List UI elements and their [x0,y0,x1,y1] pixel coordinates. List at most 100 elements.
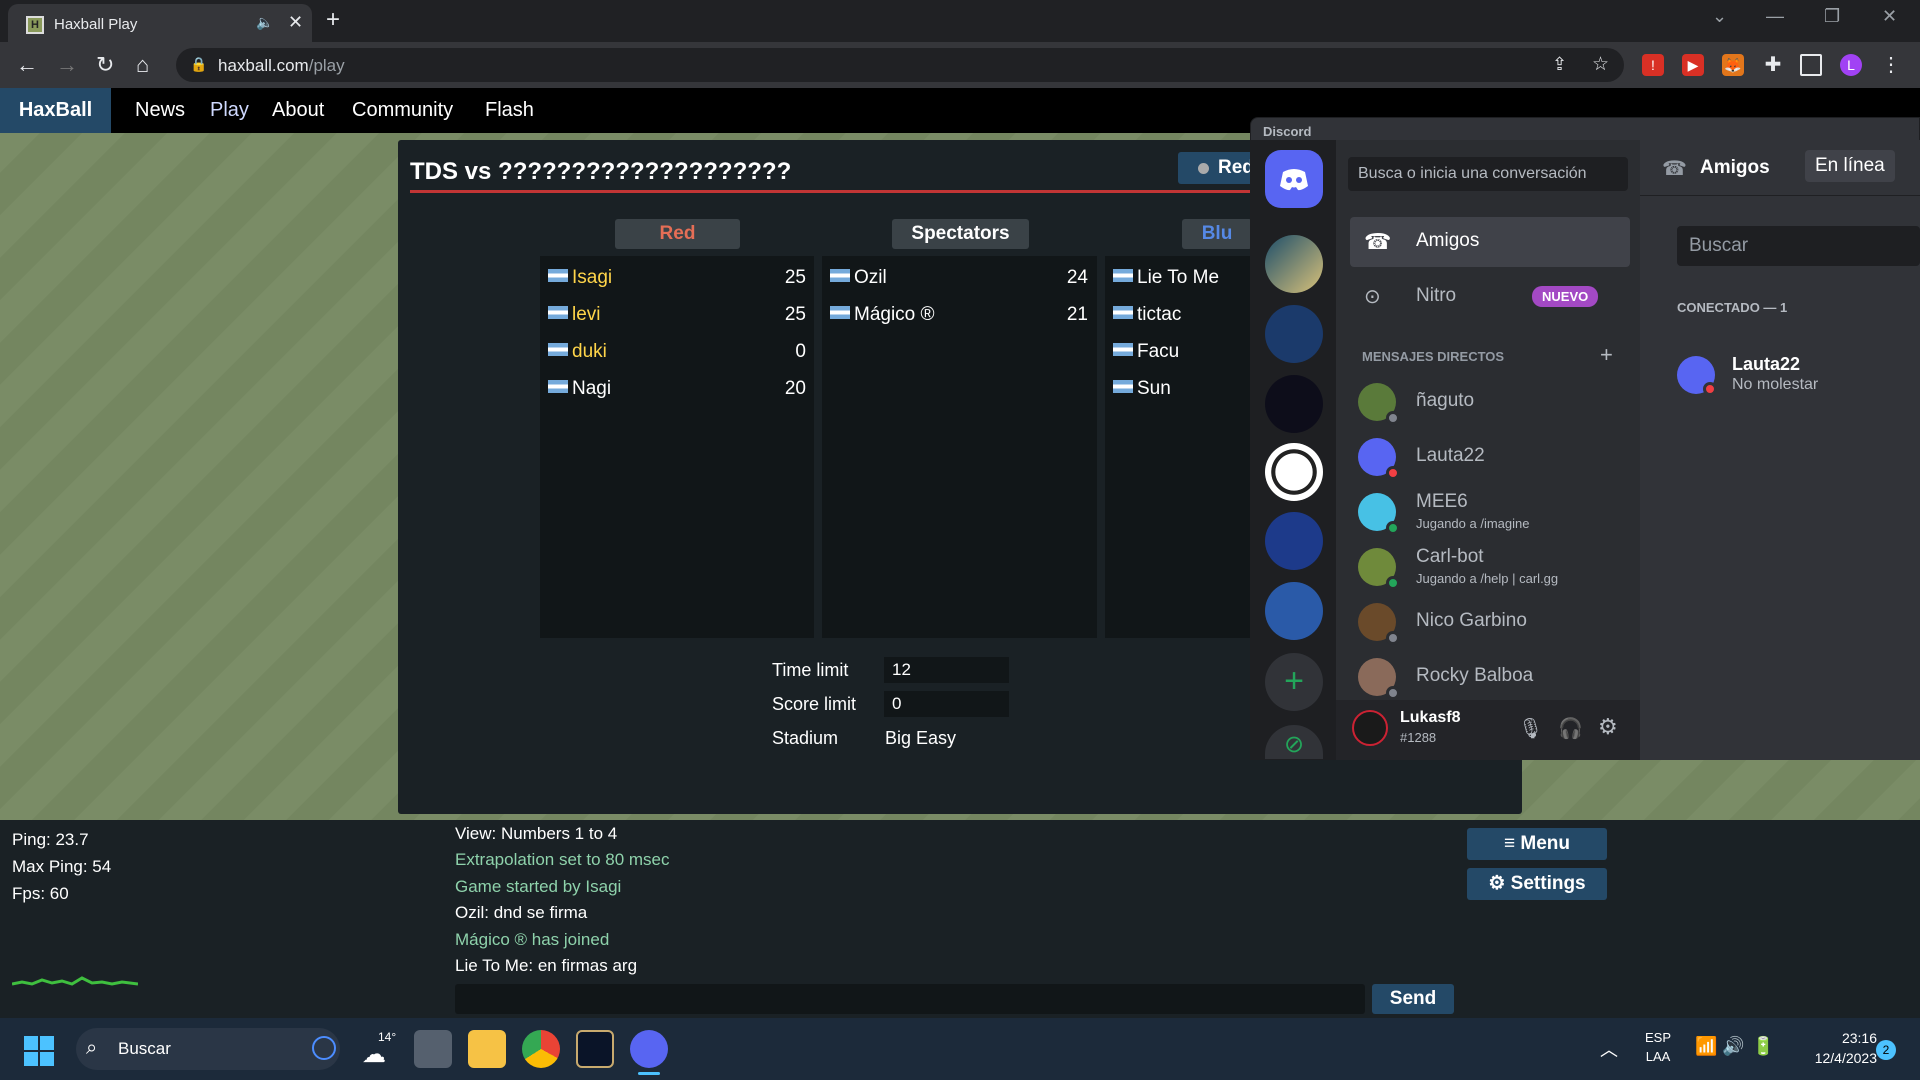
dm-item[interactable]: MEE6 Jugando a /imagine [1350,487,1630,537]
dm-search-input[interactable]: Busca o inicia una conversación [1348,157,1628,191]
user-tag: #1288 [1400,730,1437,745]
dm-item[interactable]: Lauta22 [1350,432,1630,482]
player-row[interactable]: Nagi 20 [548,371,814,407]
avatar[interactable] [1352,710,1388,746]
home-icon[interactable]: ⌂ [136,52,149,78]
server-icon[interactable] [1265,443,1323,501]
ping-graph [12,976,138,986]
settings-button[interactable]: ⚙ Settings [1467,868,1607,900]
friends-search-input[interactable]: Buscar [1677,226,1920,266]
bookmark-star-icon[interactable]: ☆ [1592,53,1609,76]
tab-search-icon[interactable]: ⌄ [1712,6,1727,27]
league-of-legends-icon[interactable] [576,1030,614,1068]
volume-icon[interactable]: 🔊 [1722,1036,1744,1057]
new-tab-button[interactable]: + [326,6,340,34]
user-settings-gear-icon[interactable]: ⚙ [1598,714,1618,740]
metamask-icon[interactable]: 🦊 [1722,54,1744,76]
score-limit-field[interactable]: 0 [884,691,1009,717]
server-icon[interactable] [1265,375,1323,433]
notification-count-badge[interactable]: 2 [1876,1040,1896,1060]
argentina-flag-icon [548,306,568,320]
friends-nav-item[interactable]: ☎ Amigos [1350,217,1630,267]
dm-item[interactable]: ñaguto [1350,377,1630,427]
minimize-icon[interactable]: — [1766,6,1784,27]
nav-about[interactable]: About [272,88,324,133]
player-row[interactable]: levi 25 [548,297,814,333]
server-icon[interactable] [1265,235,1323,293]
forward-icon[interactable]: → [56,52,78,78]
server-icon[interactable] [1265,582,1323,640]
lock-icon: 🔒 [190,56,208,72]
dm-item[interactable]: Rocky Balboa [1350,652,1630,702]
argentina-flag-icon [830,306,850,320]
nav-community[interactable]: Community [352,88,453,133]
friend-row[interactable]: Lauta22 No molestar [1677,354,1920,402]
more-menu-icon[interactable]: ⋮ [1880,54,1902,76]
player-row[interactable]: Isagi 25 [548,260,814,296]
extension-icon[interactable]: ! [1642,54,1664,76]
red-team-list: Isagi 25 levi 25 duki 0 Nagi 20 [540,256,814,638]
share-icon[interactable]: ⇪ [1552,54,1567,75]
player-row[interactable]: Mágico ® 21 [830,297,1096,333]
nitro-nav-item[interactable]: ⊙ Nitro NUEVO [1350,272,1630,322]
battery-icon[interactable]: 🔋 [1752,1036,1774,1057]
reload-icon[interactable]: ↻ [96,52,114,78]
address-bar[interactable]: 🔒 haxball.com/play ⇪ ☆ [176,48,1624,82]
bing-icon[interactable] [312,1036,336,1060]
spectators-header[interactable]: Spectators [892,219,1029,249]
language-indicator[interactable]: ESP LAA [1645,1030,1671,1064]
close-window-icon[interactable]: ✕ [1882,6,1897,27]
weather-icon[interactable]: ☁ 14° [360,1030,398,1068]
calculator-icon[interactable] [414,1030,452,1068]
microphone-icon[interactable]: 🎙 [1518,716,1543,741]
nav-news[interactable]: News [135,88,185,133]
file-explorer-icon[interactable] [468,1030,506,1068]
blue-team-header[interactable]: Blu [1182,219,1252,249]
friends-title: Amigos [1700,157,1770,178]
windows-start-icon[interactable] [24,1036,54,1066]
send-button[interactable]: Send [1372,984,1454,1014]
show-hidden-icons-chevron-icon[interactable]: ︿ [1600,1036,1618,1062]
add-server-icon[interactable]: + [1265,653,1323,711]
active-app-indicator [638,1072,660,1075]
chat-message: Game started by Isagi [455,877,622,896]
close-tab-icon[interactable]: ✕ [288,12,303,33]
argentina-flag-icon [548,343,568,357]
profile-avatar[interactable]: L [1840,54,1862,76]
clock[interactable]: 23:16 12/4/2023 [1795,1030,1877,1066]
friend-status: No molestar [1732,376,1819,393]
discord-taskbar-icon[interactable] [630,1030,668,1068]
wifi-icon[interactable]: 📶 [1695,1036,1717,1057]
fps-text: Fps: 60 [12,884,69,903]
back-icon[interactable]: ← [16,52,38,78]
taskbar-search[interactable]: ⌕ Buscar [76,1028,340,1070]
menu-button[interactable]: ≡ Menu [1467,828,1607,860]
site-brand[interactable]: HaxBall [0,88,111,133]
online-count: CONECTADO — 1 [1677,300,1788,315]
dm-item[interactable]: Carl-bot Jugando a /help | carl.gg [1350,542,1630,592]
server-icon[interactable] [1265,512,1323,570]
player-row[interactable]: Ozil 24 [830,260,1096,296]
ping-text: Ping: 23.7 [12,830,89,849]
add-dm-icon[interactable]: + [1600,342,1613,368]
dm-item[interactable]: Nico Garbino [1350,597,1630,647]
argentina-flag-icon [1113,269,1133,283]
red-team-header[interactable]: Red [615,219,740,249]
chrome-icon[interactable] [522,1030,560,1068]
chat-input[interactable] [455,984,1365,1014]
speaker-icon[interactable]: 🔈 [256,14,273,31]
side-panel-icon[interactable] [1800,54,1822,76]
extension-icon[interactable]: ▶ [1682,54,1704,76]
server-icon[interactable] [1265,305,1323,363]
nav-play[interactable]: Play [210,88,249,133]
time-limit-field[interactable]: 12 [884,657,1009,683]
stadium-value[interactable]: Big Easy [885,728,956,749]
discord-home-icon[interactable] [1265,150,1323,208]
player-row[interactable]: duki 0 [548,334,814,370]
nav-flash[interactable]: Flash [485,88,534,133]
tab-online[interactable]: En línea [1805,150,1895,182]
browser-tab[interactable]: H Haxball Play 🔈 ✕ [8,4,312,42]
maximize-icon[interactable]: ❐ [1824,6,1840,27]
extensions-puzzle-icon[interactable]: ✚ [1762,54,1784,76]
headphones-icon[interactable]: 🎧 [1558,716,1583,741]
